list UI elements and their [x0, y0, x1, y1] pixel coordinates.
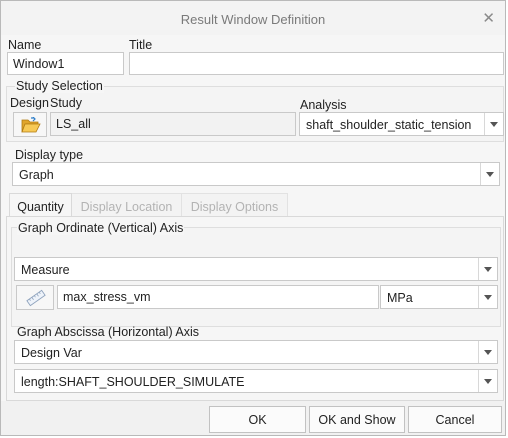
tab-quantity[interactable]: Quantity	[9, 193, 72, 217]
analysis-dropdown[interactable]: shaft_shoulder_static_tension	[299, 112, 504, 136]
design-label: Design	[10, 96, 49, 110]
chevron-down-icon	[478, 286, 497, 308]
analysis-value: shaft_shoulder_static_tension	[306, 118, 472, 132]
close-icon[interactable]: ✕	[482, 9, 495, 27]
dialog-title: Result Window Definition	[180, 12, 326, 27]
unit-value: MPa	[387, 291, 413, 305]
abscissa-type-dropdown[interactable]: Design Var	[14, 340, 498, 364]
ordinate-type-dropdown[interactable]: Measure	[14, 257, 498, 281]
abscissa-type-value: Design Var	[21, 346, 82, 360]
open-study-button[interactable]	[13, 112, 47, 137]
abscissa-legend: Graph Abscissa (Horizontal) Axis	[17, 325, 200, 339]
quantity-tab-panel: Graph Ordinate (Vertical) Axis Measure m…	[6, 216, 504, 401]
measure-input[interactable]: max_stress_vm	[57, 285, 379, 309]
unit-dropdown[interactable]: MPa	[380, 285, 498, 309]
study-selection-legend: Study Selection	[15, 79, 104, 93]
title-bar: Result Window Definition ✕	[1, 1, 505, 35]
chevron-down-icon	[478, 258, 497, 280]
name-label: Name	[8, 38, 42, 52]
chevron-down-icon	[480, 163, 499, 185]
chevron-down-icon	[478, 370, 497, 392]
ordinate-type-value: Measure	[21, 263, 70, 277]
study-input[interactable]: LS_all	[50, 112, 296, 136]
display-type-dropdown[interactable]: Graph	[12, 162, 500, 186]
tab-display-location[interactable]: Display Location	[72, 193, 182, 217]
abscissa-var-dropdown[interactable]: length:SHAFT_SHOULDER_SIMULATE	[14, 369, 498, 393]
result-window-definition-dialog: Result Window Definition ✕ Name Title Wi…	[0, 0, 506, 436]
measure-select-button[interactable]	[16, 285, 54, 310]
tab-display-options[interactable]: Display Options	[182, 193, 288, 217]
cancel-button[interactable]: Cancel	[408, 406, 502, 433]
abscissa-var-value: length:SHAFT_SHOULDER_SIMULATE	[21, 375, 245, 389]
display-type-legend: Display type	[15, 148, 84, 162]
ok-and-show-button[interactable]: OK and Show	[309, 406, 405, 433]
name-input[interactable]: Window1	[7, 52, 124, 75]
title-label: Title	[129, 38, 153, 52]
analysis-label: Analysis	[300, 98, 347, 112]
ruler-icon	[26, 289, 46, 307]
chevron-down-icon	[478, 341, 497, 363]
study-label: Study	[50, 96, 82, 110]
ok-button[interactable]: OK	[209, 406, 306, 433]
display-type-value: Graph	[19, 168, 54, 182]
folder-open-icon	[21, 117, 41, 133]
title-input[interactable]	[129, 52, 504, 75]
chevron-down-icon	[484, 113, 503, 135]
ordinate-legend: Graph Ordinate (Vertical) Axis	[17, 221, 185, 235]
